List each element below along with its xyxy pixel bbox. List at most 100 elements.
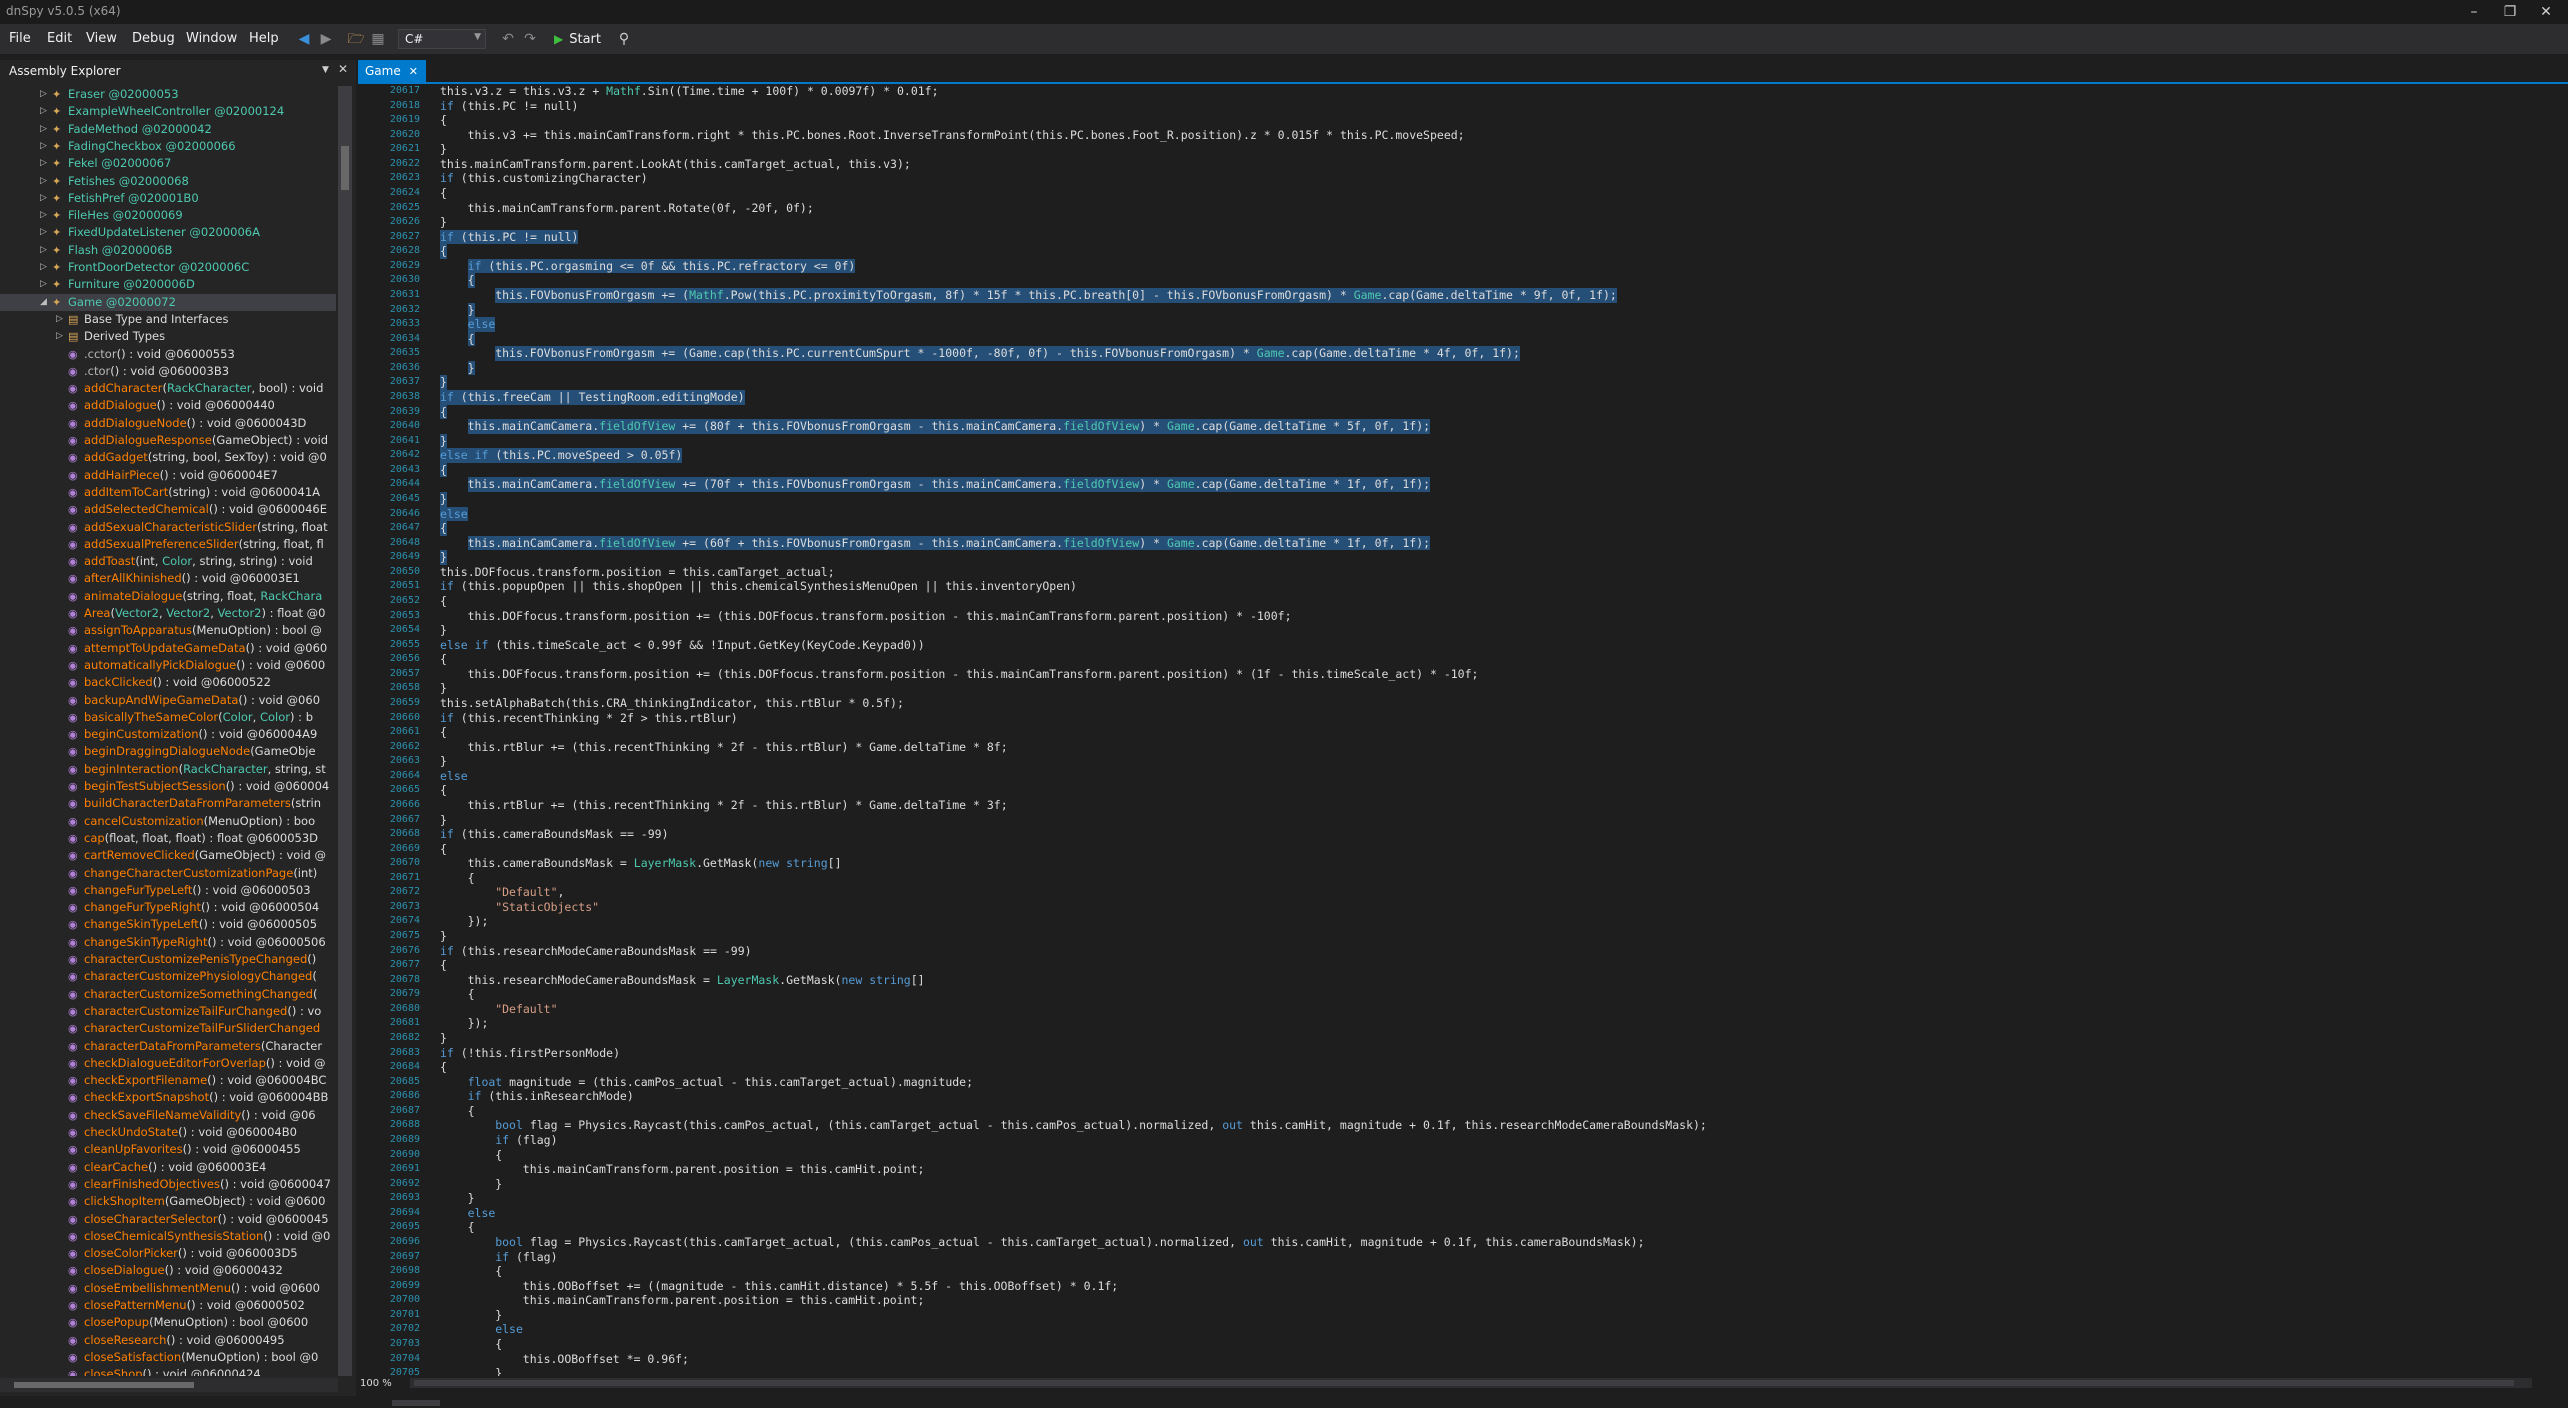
tree-node-method[interactable]: ◉ addSelectedChemical() : void @0600046E bbox=[0, 501, 336, 518]
menu-help[interactable]: Help bbox=[249, 31, 279, 46]
tree-node-method[interactable]: ◉ .cctor() : void @06000553 bbox=[0, 346, 336, 363]
language-select[interactable]: C# ▼ bbox=[398, 29, 486, 49]
tree-node-method[interactable]: ◉ characterCustomizeTailFurSliderChanged bbox=[0, 1020, 336, 1037]
zoom-level[interactable]: 100 % bbox=[360, 1378, 406, 1390]
close-icon[interactable]: ✕ bbox=[2528, 0, 2564, 24]
collapsed-arrow-icon[interactable]: ▷ bbox=[40, 259, 47, 276]
code-line[interactable]: 20675} bbox=[358, 929, 2534, 944]
code-line[interactable]: 20690 { bbox=[358, 1148, 2534, 1163]
collapsed-arrow-icon[interactable]: ▷ bbox=[40, 86, 47, 103]
tree-node-method[interactable]: ◉ beginDraggingDialogueNode(GameObje bbox=[0, 743, 336, 760]
tree-node-method[interactable]: ◉ changeFurTypeRight() : void @06000504 bbox=[0, 899, 336, 916]
tree-node-folder[interactable]: ▷ ▤ Derived Types bbox=[0, 328, 336, 345]
tab-game[interactable]: Game ✕ bbox=[358, 60, 426, 82]
tree-node-method[interactable]: ◉ backupAndWipeGameData() : void @060 bbox=[0, 692, 336, 709]
collapsed-arrow-icon[interactable]: ▷ bbox=[40, 173, 47, 190]
open-file-icon[interactable]: 🗁 bbox=[346, 29, 366, 49]
code-line[interactable]: 20627 if (this.PC != null) bbox=[358, 229, 2534, 245]
code-line[interactable]: 20700 this.mainCamTransform.parent.positi… bbox=[358, 1293, 2534, 1308]
tree-node-method[interactable]: ◉ checkExportSnapshot() : void @060004BB bbox=[0, 1089, 336, 1106]
tree-node-method[interactable]: ◉ checkDialogueEditorForOverlap() : void … bbox=[0, 1055, 336, 1072]
restore-icon[interactable]: ❐ bbox=[2492, 0, 2528, 24]
code-line[interactable]: 20641} bbox=[358, 433, 2534, 449]
code-line[interactable]: 20704 this.OOBoffset *= 0.96f; bbox=[358, 1352, 2534, 1367]
close-tab-icon[interactable]: ✕ bbox=[409, 65, 418, 78]
code-line[interactable]: 20695 { bbox=[358, 1220, 2534, 1235]
scroll-grip[interactable] bbox=[392, 1400, 440, 1406]
code-line[interactable]: 20676 if (this.researchModeCameraBoundsMa… bbox=[358, 944, 2534, 959]
code-line[interactable]: 20670 this.cameraBoundsMask = LayerMask.G… bbox=[358, 856, 2534, 871]
collapsed-arrow-icon[interactable]: ▷ bbox=[40, 103, 47, 120]
tree-node-type[interactable]: ▷ ✦ FadingCheckbox @02000066 bbox=[0, 138, 336, 155]
code-line[interactable]: 20636} bbox=[358, 360, 2534, 376]
tree-node-method[interactable]: ◉ addDialogueNode() : void @0600043D bbox=[0, 415, 336, 432]
menu-view[interactable]: View bbox=[86, 31, 117, 46]
tree-node-method[interactable]: ◉ characterCustomizePenisTypeChanged() bbox=[0, 951, 336, 968]
code-line[interactable]: 20659 this.setAlphaBatch(this.CRA_thinkin… bbox=[358, 696, 2534, 711]
code-editor[interactable]: 20617 this.v3.z = this.v3.z + Mathf.Sin((… bbox=[358, 84, 2534, 1376]
tree-node-method[interactable]: ◉ closePopup(MenuOption) : bool @0600 bbox=[0, 1314, 336, 1331]
code-line[interactable]: 20679 { bbox=[358, 987, 2534, 1002]
tree-node-method[interactable]: ◉ characterCustomizeTailFurChanged() : vo bbox=[0, 1003, 336, 1020]
tree-node-type[interactable]: ▷ ✦ Fetishes @02000068 bbox=[0, 173, 336, 190]
code-line[interactable]: 20630 { bbox=[358, 273, 2534, 288]
tree-vertical-scrollbar[interactable] bbox=[338, 86, 352, 1376]
undo-icon[interactable]: ↶ bbox=[498, 29, 518, 49]
code-line[interactable]: 20619 { bbox=[358, 113, 2534, 128]
code-line[interactable]: 20699 this.OOBoffset += ((magnitude - thi… bbox=[358, 1279, 2534, 1294]
tree-node-method[interactable]: ◉ addCharacter(RackCharacter, bool) : voi… bbox=[0, 380, 336, 397]
code-line[interactable]: 20701} bbox=[358, 1308, 2534, 1323]
code-line[interactable]: 20681}); bbox=[358, 1016, 2534, 1031]
scroll-thumb[interactable] bbox=[341, 146, 349, 190]
code-line[interactable]: 20702 else bbox=[358, 1322, 2534, 1337]
code-line[interactable]: 20617 this.v3.z = this.v3.z + Mathf.Sin((… bbox=[358, 84, 2534, 99]
tree-node-method[interactable]: ◉ Area(Vector2, Vector2, Vector2) : float… bbox=[0, 605, 336, 622]
tree-node-type[interactable]: ▷ ✦ FixedUpdateListener @0200006A bbox=[0, 224, 336, 241]
editor-horizontal-scrollbar[interactable] bbox=[410, 1378, 2532, 1388]
tree-node-type[interactable]: ▷ ✦ Flash @0200006B bbox=[0, 242, 336, 259]
code-line[interactable]: 20623 if (this.customizingCharacter) bbox=[358, 171, 2534, 186]
tree-node-method[interactable]: ◉ closeChemicalSynthesisStation() : void … bbox=[0, 1228, 336, 1245]
code-line[interactable]: 20672 "Default", bbox=[358, 885, 2534, 900]
collapsed-arrow-icon[interactable]: ▷ bbox=[56, 311, 63, 328]
tree-node-method[interactable]: ◉ beginInteraction(RackCharacter, string,… bbox=[0, 761, 336, 778]
tree-node-method[interactable]: ◉ checkExportFilename() : void @060004BC bbox=[0, 1072, 336, 1089]
code-line[interactable]: 20645} bbox=[358, 491, 2534, 507]
tree-node-method[interactable]: ◉ closeShop() : void @06000424 bbox=[0, 1366, 336, 1376]
tree-node-method[interactable]: ◉ addItemToCart(string) : void @0600041A bbox=[0, 484, 336, 501]
tree-node-method[interactable]: ◉ backClicked() : void @06000522 bbox=[0, 674, 336, 691]
code-line[interactable]: 20685 float magnitude = (this.camPos_actu… bbox=[358, 1075, 2534, 1090]
code-line[interactable]: 20680 "Default" bbox=[358, 1002, 2534, 1017]
tree-node-method[interactable]: ◉ closeEmbellishmentMenu() : void @0600 bbox=[0, 1280, 336, 1297]
code-line[interactable]: 20631 this.FOVbonusFromOrgasm += (Mathf.P… bbox=[358, 287, 2534, 303]
code-line[interactable]: 20692} bbox=[358, 1177, 2534, 1192]
code-line[interactable]: 20649} bbox=[358, 550, 2534, 565]
code-line[interactable]: 20668 if (this.cameraBoundsMask == -99) bbox=[358, 827, 2534, 842]
code-line[interactable]: 20618 if (this.PC != null) bbox=[358, 99, 2534, 114]
tree-node-method[interactable]: ◉ cancelCustomization(MenuOption) : boo bbox=[0, 813, 336, 830]
code-line[interactable]: 20698 { bbox=[358, 1264, 2534, 1279]
tree-node-method[interactable]: ◉ cartRemoveClicked(GameObject) : void @ bbox=[0, 847, 336, 864]
search-icon[interactable]: ⚲ bbox=[614, 29, 634, 49]
code-line[interactable]: 20633 else bbox=[358, 317, 2534, 332]
code-line[interactable]: 20637} bbox=[358, 375, 2534, 390]
menu-edit[interactable]: Edit bbox=[47, 31, 72, 46]
code-line[interactable]: 20634 { bbox=[358, 331, 2534, 347]
open-list-icon[interactable]: ▦ bbox=[368, 29, 388, 49]
code-line[interactable]: 20682} bbox=[358, 1031, 2534, 1046]
code-line[interactable]: 20644 this.mainCamCamera.fieldOfView += (… bbox=[358, 477, 2534, 492]
tree-node-method[interactable]: ◉ clickShopItem(GameObject) : void @0600 bbox=[0, 1193, 336, 1210]
code-line[interactable]: 20688 bool flag = Physics.Raycast(this.ca… bbox=[358, 1118, 2534, 1133]
code-line[interactable]: 20697 if (flag) bbox=[358, 1250, 2534, 1265]
code-line[interactable]: 20667} bbox=[358, 813, 2534, 828]
code-line[interactable]: 20656 { bbox=[358, 652, 2534, 667]
code-line[interactable]: 20694 else bbox=[358, 1206, 2534, 1221]
code-line[interactable]: 20691 this.mainCamTransform.parent.positi… bbox=[358, 1162, 2534, 1177]
tree-node-type[interactable]: ▷ ✦ Eraser @02000053 bbox=[0, 86, 336, 103]
code-line[interactable]: 20661 { bbox=[358, 725, 2534, 740]
code-line[interactable]: 20660 if (this.recentThinking * 2f > this… bbox=[358, 711, 2534, 726]
tree-node-folder[interactable]: ▷ ▤ Base Type and Interfaces bbox=[0, 311, 336, 328]
tree-node-method[interactable]: ◉ attemptToUpdateGameData() : void @060 bbox=[0, 640, 336, 657]
tree-node-method[interactable]: ◉ afterAllKhinished() : void @060003E1 bbox=[0, 570, 336, 587]
menu-debug[interactable]: Debug bbox=[132, 31, 175, 46]
